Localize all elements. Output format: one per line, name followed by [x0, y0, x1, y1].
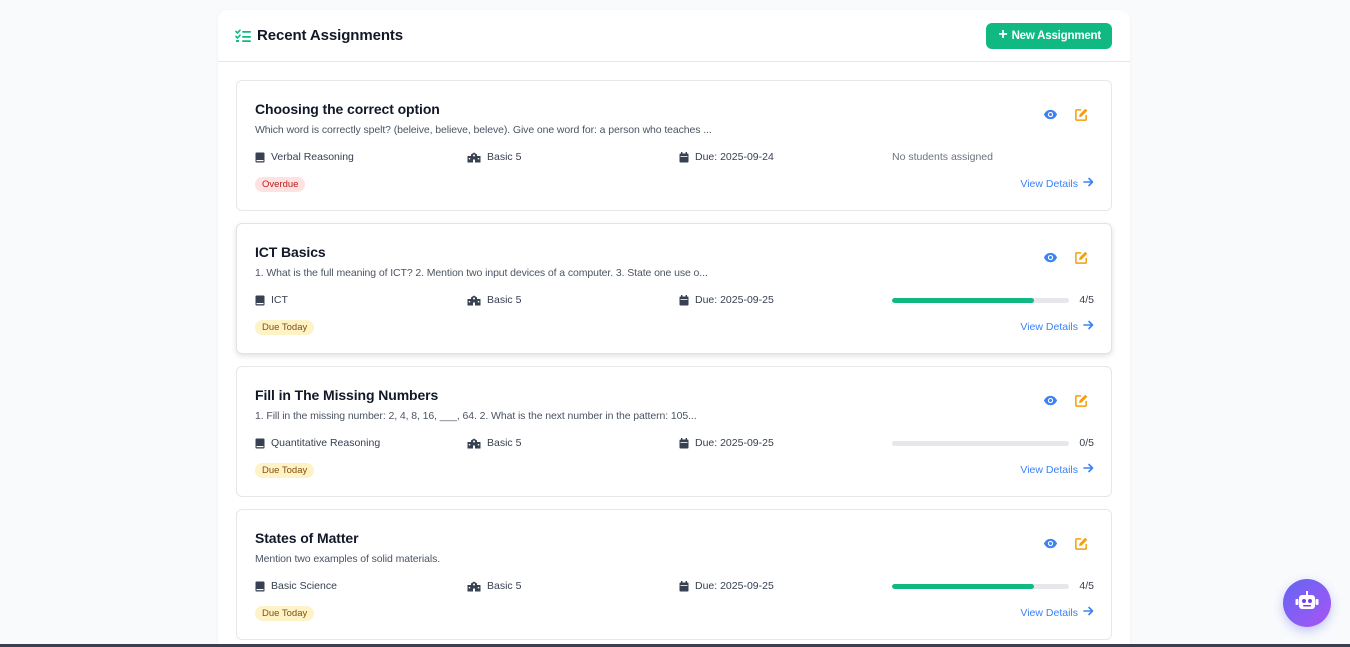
new-assignment-label: New Assignment [1011, 29, 1102, 42]
assignment-card: ICT Basics 1. What is the full meaning o… [236, 223, 1112, 354]
assignment-title: States of Matter [255, 530, 359, 546]
assignment-card: States of Matter Mention two examples of… [236, 509, 1112, 640]
assistant-button[interactable] [1283, 579, 1331, 627]
plus-icon: + [998, 26, 1008, 43]
assignment-due: Due: 2025-09-24 [679, 149, 774, 165]
robot-icon [1295, 590, 1319, 616]
view-details-label: View Details [1020, 606, 1078, 619]
status-badge: Overdue [255, 177, 306, 192]
assignment-description: 1. What is the full meaning of ICT? 2. M… [255, 267, 708, 279]
class-label: Basic 5 [487, 580, 522, 592]
assignment-description: 1. Fill in the missing number: 2, 4, 8, … [255, 410, 697, 422]
progress-count: 0/5 [1079, 437, 1094, 449]
assignment-card: Fill in The Missing Numbers 1. Fill in t… [236, 366, 1112, 497]
eye-icon[interactable] [1043, 393, 1058, 408]
book-icon [255, 152, 265, 163]
class-label: Basic 5 [487, 151, 522, 163]
subject-label: Quantitative Reasoning [271, 437, 381, 449]
subject-label: Verbal Reasoning [271, 151, 354, 163]
arrow-right-icon [1083, 606, 1094, 619]
edit-icon[interactable] [1074, 393, 1089, 408]
edit-icon[interactable] [1074, 536, 1089, 551]
assignment-class: Basic 5 [467, 292, 521, 308]
calendar-icon [679, 580, 689, 592]
card-actions [1043, 536, 1089, 551]
tasks-icon [235, 28, 251, 43]
eye-icon[interactable] [1043, 536, 1058, 551]
no-students-text: No students assigned [892, 151, 993, 163]
assignment-subject: ICT [255, 292, 288, 308]
card-actions [1043, 393, 1089, 408]
eye-icon[interactable] [1043, 250, 1058, 265]
due-label: Due: 2025-09-25 [695, 294, 774, 306]
arrow-right-icon [1083, 177, 1094, 190]
assignment-subject: Quantitative Reasoning [255, 435, 380, 451]
assignment-progress: 4/5 [892, 578, 1094, 594]
status-badge: Due Today [255, 463, 315, 478]
assignment-subject: Verbal Reasoning [255, 149, 354, 165]
due-label: Due: 2025-09-25 [695, 437, 774, 449]
progress-fill [892, 583, 1034, 589]
school-icon [467, 152, 481, 163]
arrow-right-icon [1083, 463, 1094, 476]
subject-label: Basic Science [271, 580, 337, 592]
assignment-class: Basic 5 [467, 149, 521, 165]
assignment-progress: 4/5 [892, 292, 1094, 308]
class-label: Basic 5 [487, 294, 522, 306]
card-actions [1043, 250, 1089, 265]
book-icon [255, 581, 265, 592]
view-details-label: View Details [1020, 463, 1078, 476]
edit-icon[interactable] [1074, 250, 1089, 265]
view-details-label: View Details [1020, 320, 1078, 333]
view-details-label: View Details [1020, 177, 1078, 190]
progress-bar [892, 583, 1070, 589]
assignment-description: Mention two examples of solid materials. [255, 553, 441, 565]
assignment-description: Which word is correctly spelt? (beleive,… [255, 124, 712, 136]
eye-icon[interactable] [1043, 107, 1058, 122]
subject-label: ICT [271, 294, 288, 306]
view-details-link[interactable]: View Details [1020, 463, 1094, 476]
arrow-right-icon [1083, 320, 1094, 333]
due-label: Due: 2025-09-25 [695, 580, 774, 592]
book-icon [255, 295, 265, 306]
calendar-icon [679, 437, 689, 449]
progress-count: 4/5 [1079, 580, 1094, 592]
view-details-link[interactable]: View Details [1020, 177, 1094, 190]
status-badge: Due Today [255, 606, 315, 621]
assignment-title: Fill in The Missing Numbers [255, 387, 439, 403]
due-label: Due: 2025-09-24 [695, 151, 774, 163]
assignment-class: Basic 5 [467, 435, 521, 451]
status-badge: Due Today [255, 320, 315, 335]
book-icon [255, 438, 265, 449]
progress-count: 4/5 [1079, 294, 1094, 306]
assignment-title: Choosing the correct option [255, 101, 440, 117]
assignment-card: Choosing the correct option Which word i… [236, 80, 1112, 211]
panel-header: Recent Assignments + New Assignment [218, 10, 1130, 62]
edit-icon[interactable] [1074, 107, 1089, 122]
school-icon [467, 581, 481, 592]
panel-title-group: Recent Assignments [235, 27, 403, 44]
assignment-progress: 0/5 [892, 435, 1094, 451]
page-title: Recent Assignments [257, 27, 404, 44]
progress-bar [892, 297, 1070, 303]
assignment-class: Basic 5 [467, 578, 521, 594]
assignment-title: ICT Basics [255, 244, 326, 260]
calendar-icon [679, 151, 689, 163]
assignment-subject: Basic Science [255, 578, 337, 594]
card-actions [1043, 107, 1089, 122]
view-details-link[interactable]: View Details [1020, 320, 1094, 333]
calendar-icon [679, 294, 689, 306]
assignment-due: Due: 2025-09-25 [679, 435, 774, 451]
assignment-due: Due: 2025-09-25 [679, 578, 774, 594]
class-label: Basic 5 [487, 437, 522, 449]
progress-bar [892, 440, 1070, 446]
progress-fill [892, 297, 1034, 303]
school-icon [467, 295, 481, 306]
assignment-students: No students assigned [892, 149, 1094, 165]
new-assignment-button[interactable]: + New Assignment [986, 22, 1112, 49]
assignment-due: Due: 2025-09-25 [679, 292, 774, 308]
view-details-link[interactable]: View Details [1020, 606, 1094, 619]
school-icon [467, 438, 481, 449]
